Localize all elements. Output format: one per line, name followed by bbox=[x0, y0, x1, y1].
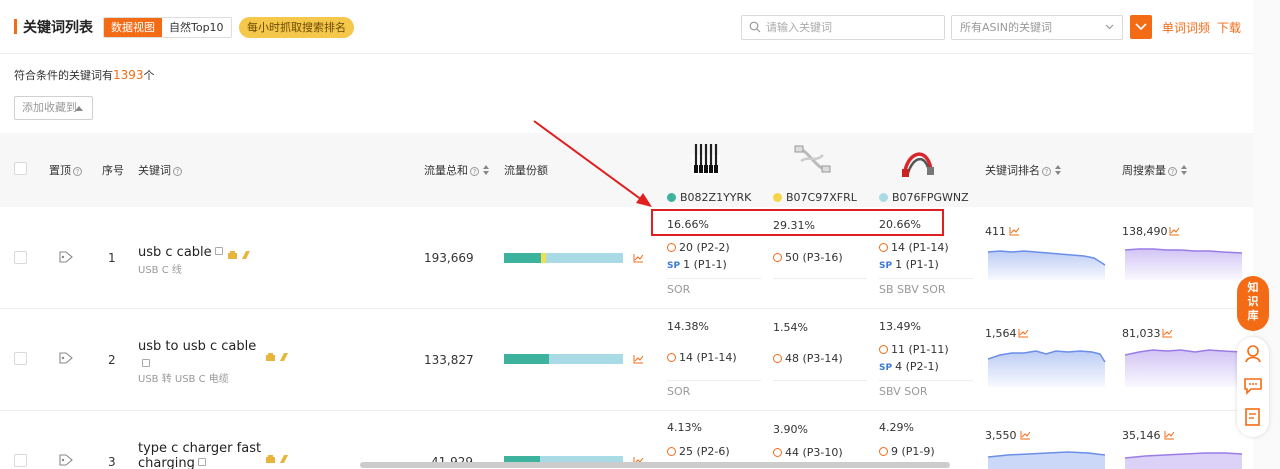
annotation-arrow bbox=[533, 120, 652, 207]
knowledge-base-button[interactable]: 知识库 bbox=[1237, 276, 1269, 331]
horizontal-scrollbar[interactable] bbox=[360, 462, 950, 468]
highlight-box bbox=[651, 209, 944, 236]
floating-tools bbox=[1237, 337, 1269, 437]
knowledge-base-label: 知识库 bbox=[1247, 281, 1259, 322]
keyword-list-page: 关键词列表 数据视图 自然Top10 每小时抓取搜索排名 所有ASIN的关键词 … bbox=[0, 0, 1280, 469]
chat-icon[interactable] bbox=[1243, 375, 1263, 395]
customer-service-icon[interactable] bbox=[1243, 343, 1263, 363]
feedback-edit-icon[interactable] bbox=[1243, 407, 1263, 427]
